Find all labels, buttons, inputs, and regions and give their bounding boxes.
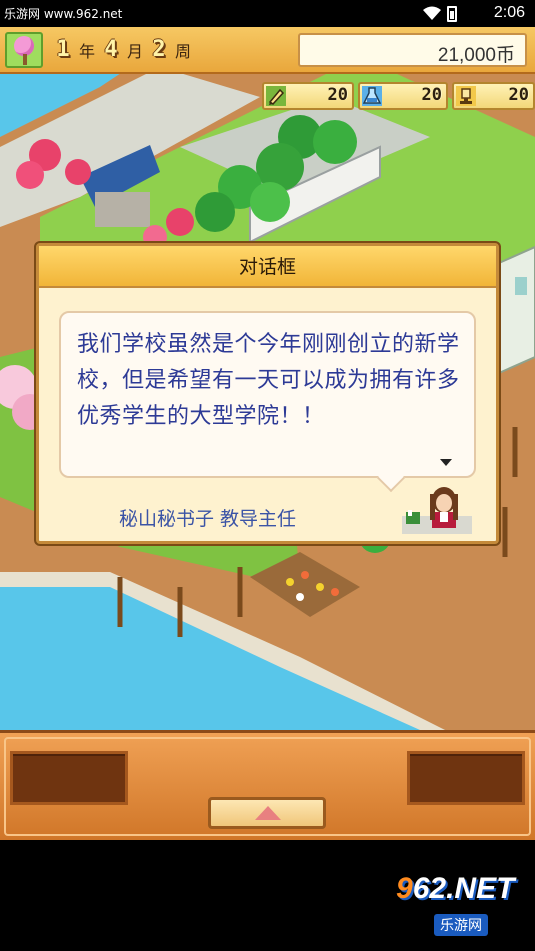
watermark-brand: 962.NET (396, 872, 514, 906)
money-display[interactable]: 21,000币 (298, 33, 527, 67)
trophy-icon (456, 86, 476, 106)
resource-sports-value: 20 (508, 85, 529, 105)
top-hud: 1 年 4 月 2 周 21,000币 (0, 27, 535, 74)
brand-prefix: 9 (396, 872, 413, 905)
right-menu-slot[interactable] (407, 751, 525, 805)
expand-menu-button[interactable] (208, 797, 326, 829)
year-number: 1 (56, 37, 70, 62)
money-amount: 21,000币 (437, 45, 515, 66)
continue-arrow-icon (440, 459, 452, 466)
speaker-portrait-icon (402, 487, 472, 534)
dialog-title: 对话框 (39, 246, 496, 288)
resource-science-value: 20 (421, 85, 442, 105)
wifi-icon (423, 6, 441, 20)
watermark-subtitle: 乐游网 (434, 914, 488, 936)
control-panel (0, 730, 535, 840)
year-unit: 年 (79, 42, 96, 61)
watermark-logo: 962.NET 乐游网 (396, 872, 530, 944)
flask-icon (362, 86, 382, 106)
speaker-name: 秘山秘书子 教导主任 (119, 508, 297, 530)
week-number: 2 (152, 37, 166, 62)
brand-suffix: .NET (446, 872, 515, 905)
resource-science[interactable]: 20 (358, 82, 448, 110)
cherry-tree-icon[interactable] (5, 32, 43, 68)
speech-bubble[interactable]: 我们学校虽然是个今年刚刚创立的新学校，但是希望有一天可以成为拥有许多优秀学生的大… (59, 311, 476, 478)
dialog-message: 我们学校虽然是个今年刚刚创立的新学校，但是希望有一天可以成为拥有许多优秀学生的大… (77, 332, 460, 429)
month-unit: 月 (127, 42, 144, 61)
resource-sports[interactable]: 20 (452, 82, 535, 110)
left-menu-slot[interactable] (10, 751, 128, 805)
triangle-up-icon (255, 806, 281, 820)
week-unit: 周 (175, 42, 192, 61)
status-icons (423, 6, 467, 22)
pencil-icon (266, 86, 286, 106)
resource-bar: 20 20 20 (262, 82, 535, 110)
watermark-text: 乐游网 www.962.net (4, 7, 123, 21)
resource-study-value: 20 (327, 85, 348, 105)
resource-study[interactable]: 20 (262, 82, 354, 110)
status-bar: 乐游网 www.962.net 2:06 (0, 0, 535, 27)
brand-mid: 62 (412, 872, 447, 905)
battery-icon (447, 6, 457, 22)
date-display: 1 年 4 月 2 周 (52, 35, 194, 65)
month-number: 4 (104, 37, 118, 62)
dialog-box[interactable]: 对话框 我们学校虽然是个今年刚刚创立的新学校，但是希望有一天可以成为拥有许多优秀… (36, 243, 499, 544)
clock: 2:06 (493, 4, 525, 21)
